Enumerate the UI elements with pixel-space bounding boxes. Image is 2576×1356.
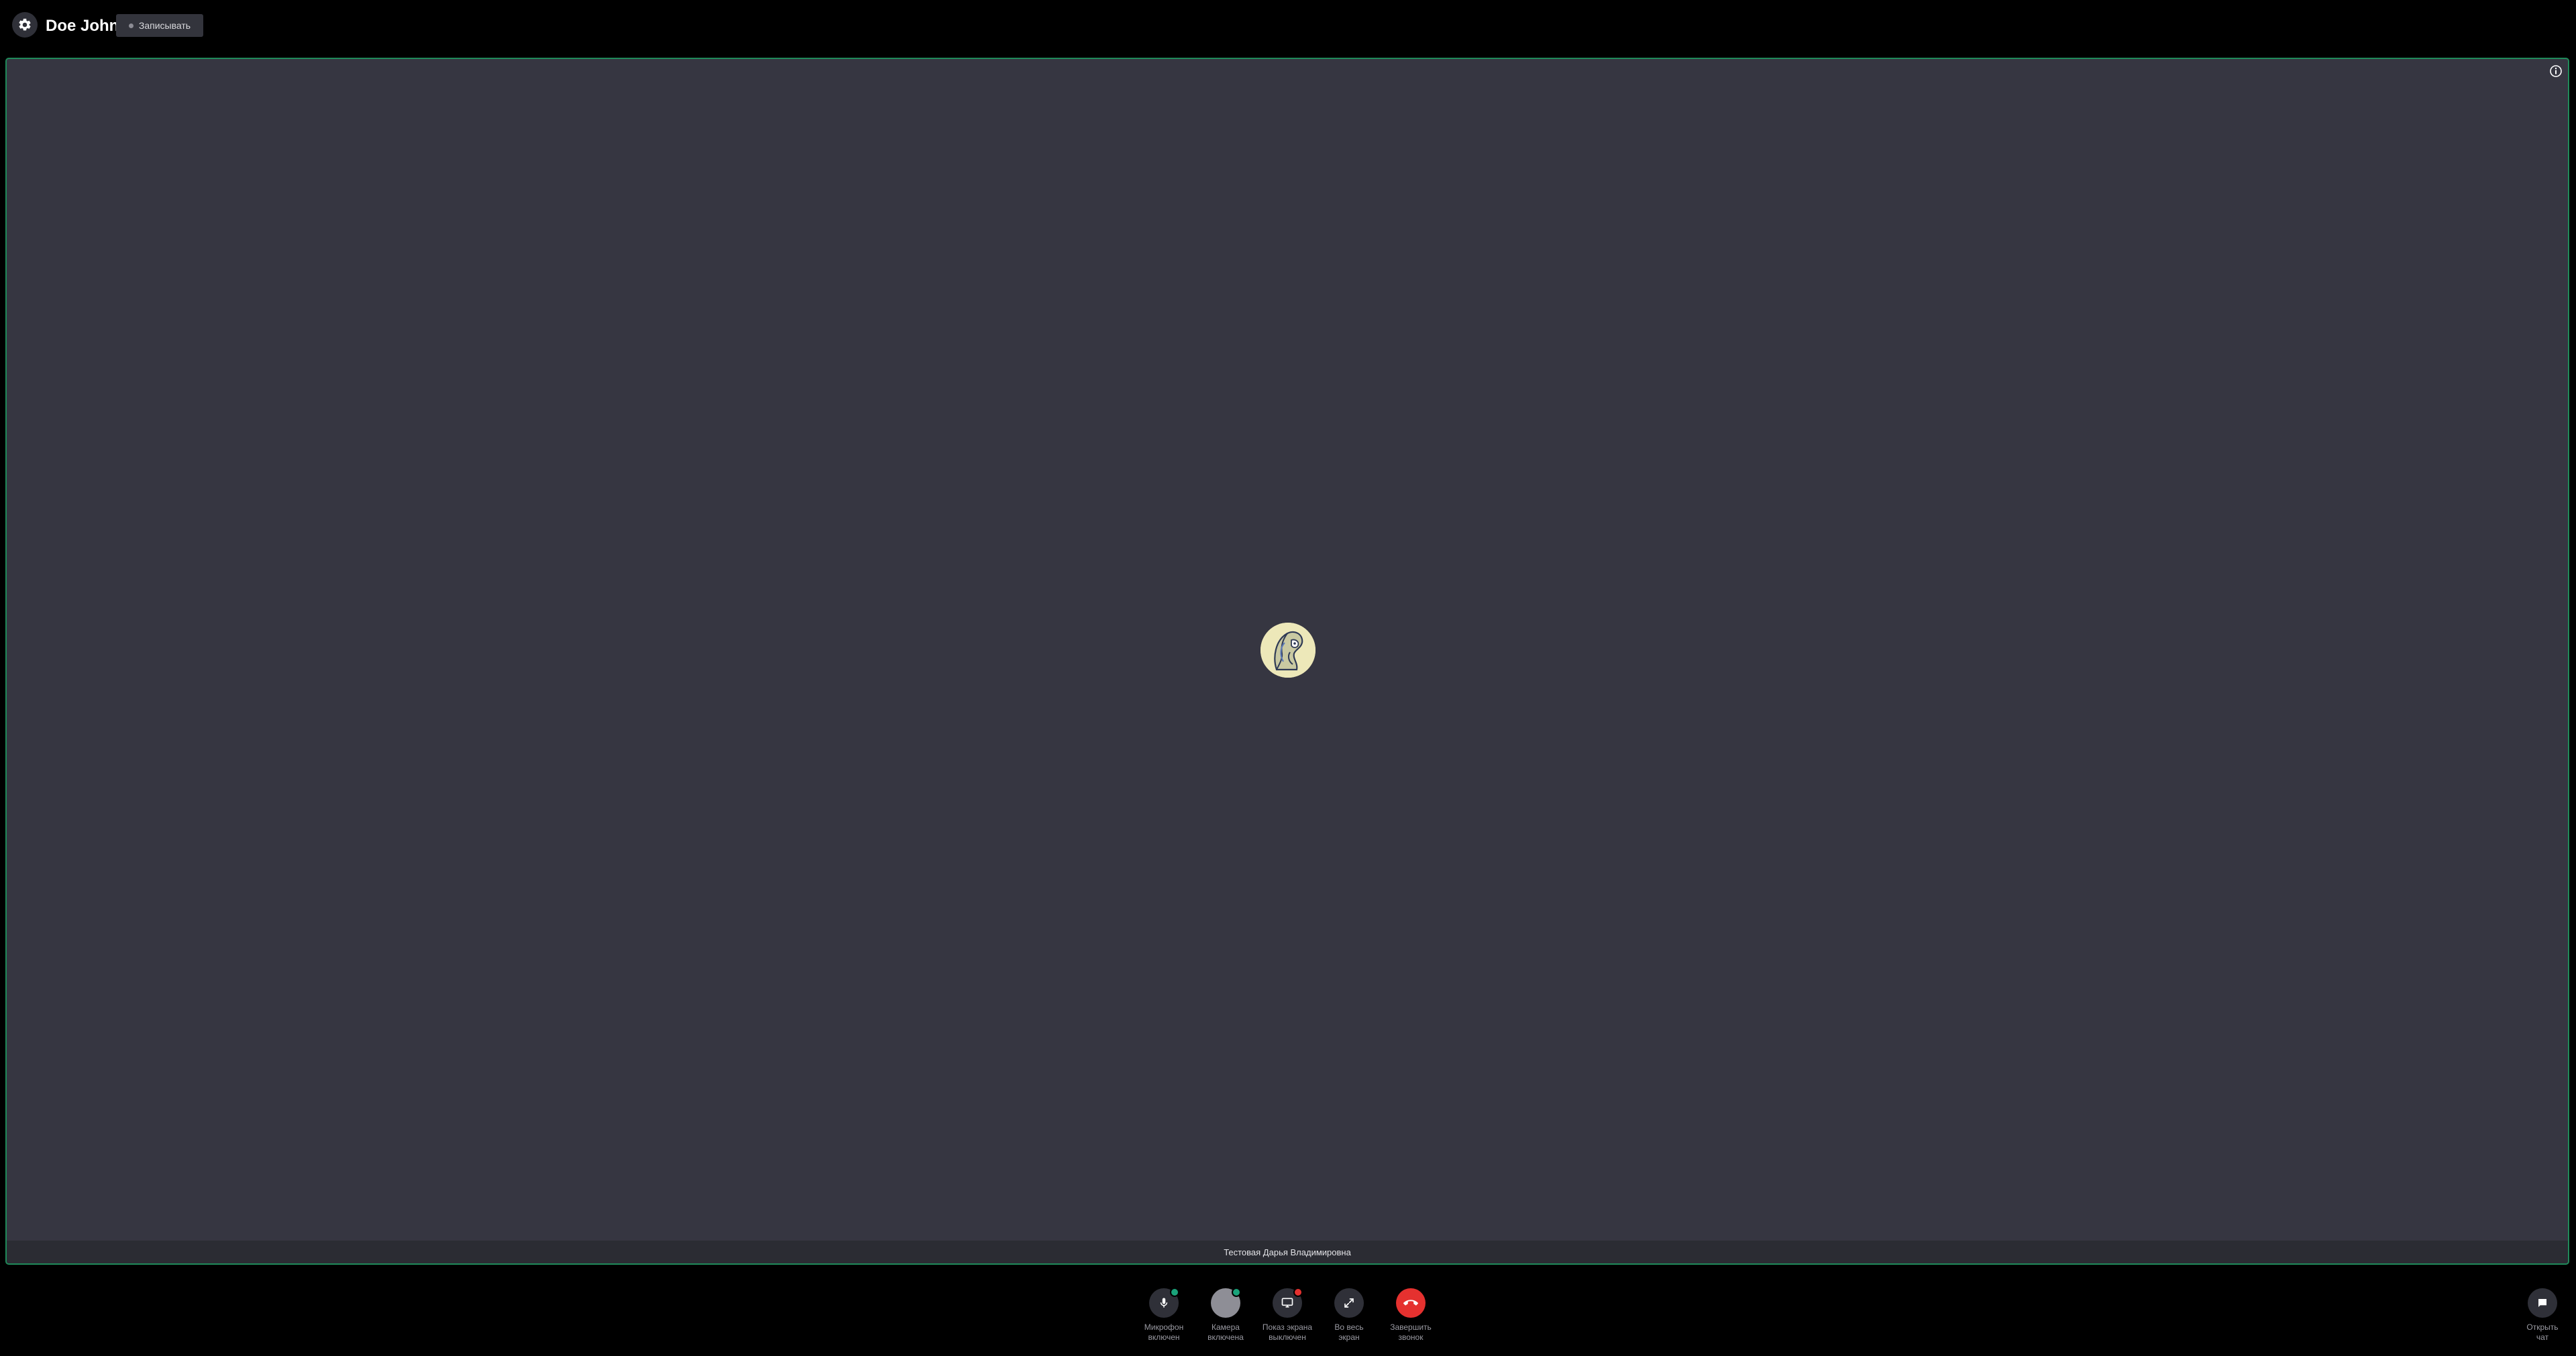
- top-bar: Doe John Записывать: [0, 0, 2576, 58]
- participant-avatar: [1260, 623, 1316, 678]
- hangup-control[interactable]: Завершить звонок: [1374, 1288, 1448, 1343]
- record-label: Записывать: [138, 20, 191, 31]
- record-dot-icon: [128, 23, 133, 28]
- microphone-button[interactable]: [1149, 1288, 1179, 1318]
- call-controls: Микрофон включен Камера включена Показ э…: [0, 1275, 2576, 1356]
- chat-icon: [2538, 1299, 2546, 1307]
- screen-share-icon: [1281, 1298, 1293, 1308]
- video-call-app: Doe John Записывать Тестовая Дарья Влади…: [0, 0, 2576, 1356]
- unicorn-avatar-icon: [1260, 623, 1316, 678]
- screen-share-label: Показ экрана выключен: [1262, 1322, 1313, 1342]
- chat-button[interactable]: [2528, 1288, 2557, 1318]
- record-button[interactable]: Записывать: [116, 14, 203, 37]
- camera-status-dot: [1232, 1288, 1241, 1297]
- gear-icon: [19, 18, 31, 31]
- video-stage: Тестовая Дарья Владимировна: [5, 58, 2569, 1265]
- hangup-label: Завершить звонок: [1390, 1322, 1432, 1342]
- fullscreen-button[interactable]: [1334, 1288, 1364, 1318]
- participant-name: Тестовая Дарья Владимировна: [1224, 1247, 1351, 1257]
- camera-button[interactable]: [1211, 1288, 1241, 1318]
- microphone-status-dot: [1170, 1288, 1179, 1297]
- participant-name-bar: Тестовая Дарья Владимировна: [7, 1241, 2568, 1263]
- microphone-label: Микрофон включен: [1144, 1322, 1184, 1342]
- expand-icon: [1344, 1298, 1354, 1308]
- camera-label: Камера включена: [1208, 1322, 1244, 1342]
- fullscreen-label: Во весь экран: [1334, 1322, 1364, 1342]
- phone-hangup-icon: [1403, 1300, 1418, 1306]
- chat-label: Открыть чат: [2526, 1322, 2559, 1342]
- info-icon[interactable]: [2549, 64, 2563, 78]
- microphone-icon: [1160, 1298, 1168, 1308]
- screen-share-status-dot: [1293, 1288, 1303, 1297]
- hangup-button[interactable]: [1396, 1288, 1426, 1318]
- chat-control[interactable]: Открыть чат: [2506, 1288, 2576, 1343]
- page-title: Doe John: [46, 17, 119, 35]
- settings-button[interactable]: [12, 12, 38, 38]
- screen-share-button[interactable]: [1273, 1288, 1303, 1318]
